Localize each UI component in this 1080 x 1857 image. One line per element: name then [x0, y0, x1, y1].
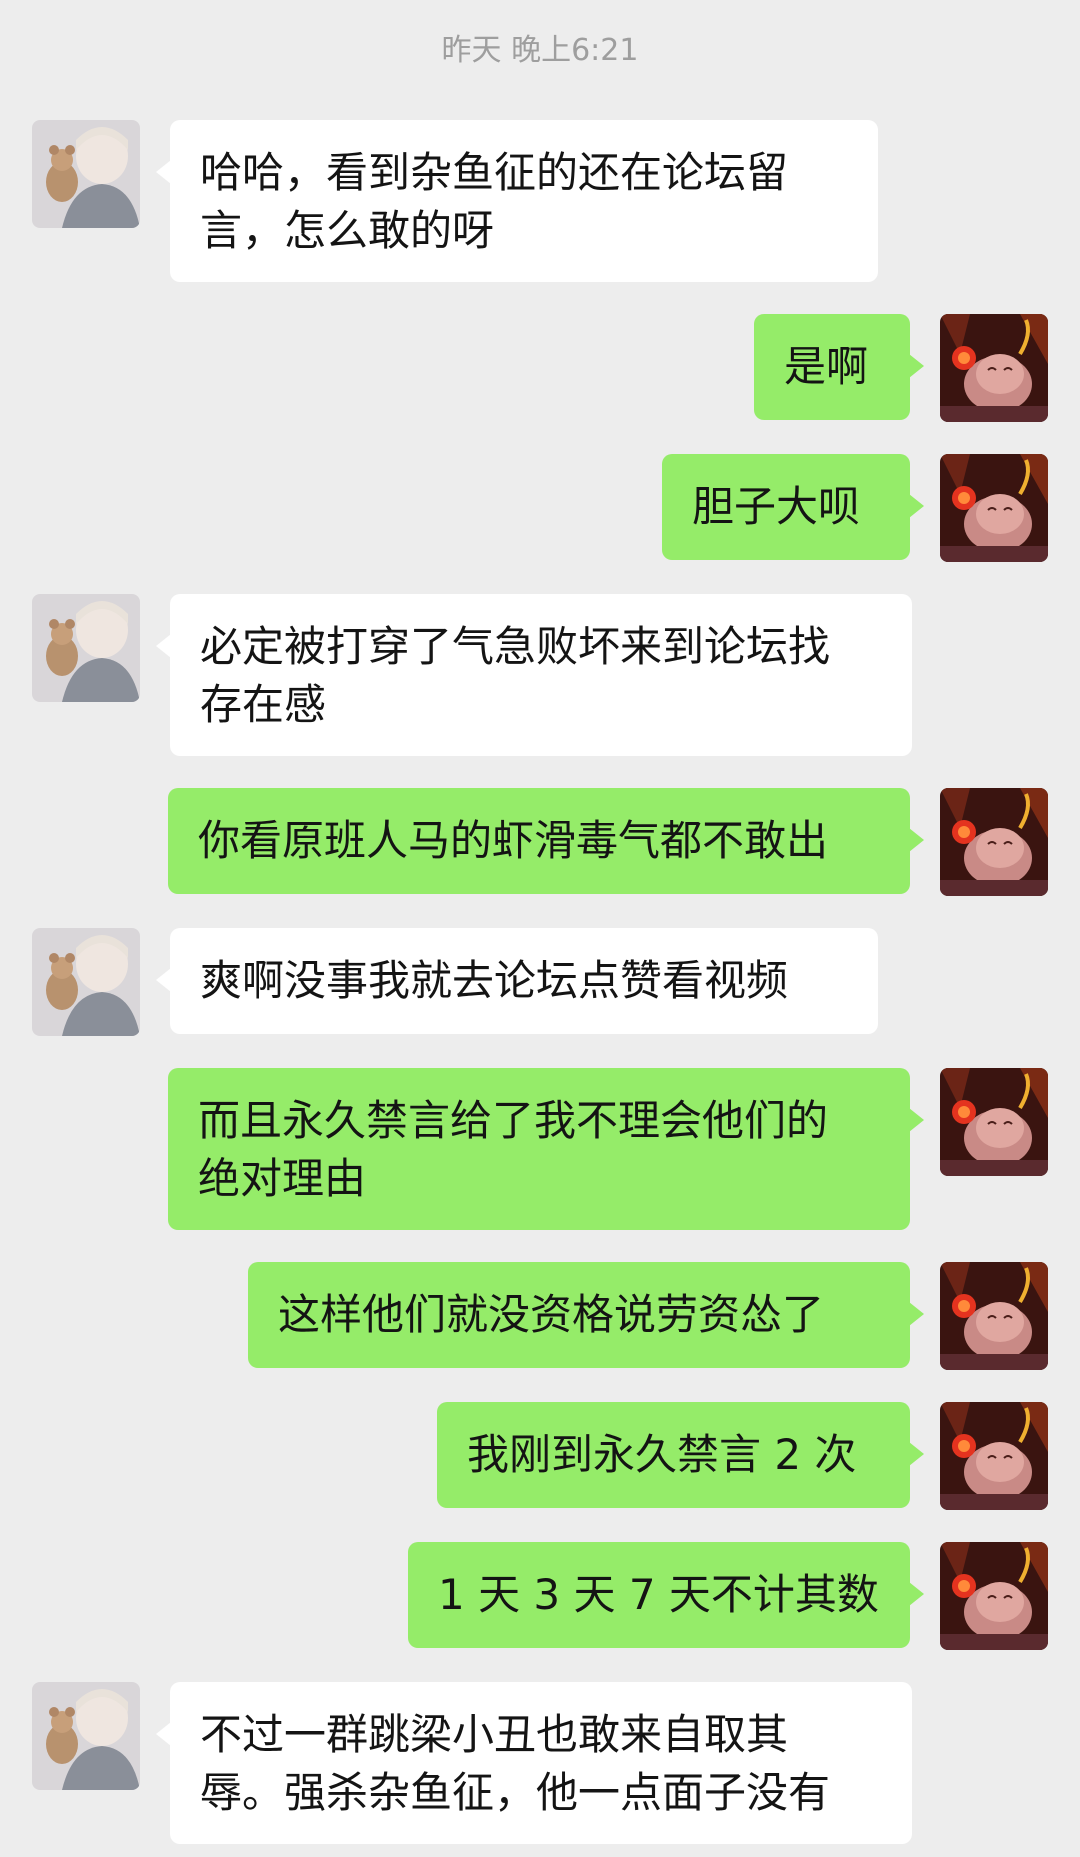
user-avatar[interactable] — [940, 788, 1048, 896]
contact-avatar[interactable] — [32, 1682, 140, 1790]
user-avatar[interactable] — [940, 1542, 1048, 1650]
received-message-bubble: 不过一群跳梁小丑也敢来自取其 辱。强杀杂鱼征，他一点面子没有 — [156, 1682, 912, 1844]
contact-avatar[interactable] — [32, 120, 140, 228]
user-avatar[interactable] — [940, 1402, 1048, 1510]
user-avatar[interactable] — [940, 454, 1048, 562]
received-message-bubble: 爽啊没事我就去论坛点赞看视频 — [156, 928, 878, 1034]
received-message-bubble: 哈哈，看到杂鱼征的还在论坛留 言，怎么敢的呀 — [156, 120, 878, 282]
contact-avatar[interactable] — [32, 928, 140, 1036]
sent-message-bubble: 这样他们就没资格说劳资怂了 — [248, 1262, 924, 1368]
user-avatar[interactable] — [940, 1068, 1048, 1176]
received-message-bubble: 必定被打穿了气急败坏来到论坛找 存在感 — [156, 594, 912, 756]
sent-message-bubble: 我刚到永久禁言 2 次 — [437, 1402, 924, 1508]
sent-message-bubble: 是啊 — [754, 314, 924, 420]
user-avatar[interactable] — [940, 1262, 1048, 1370]
sent-message-bubble: 胆子大呗 — [662, 454, 924, 560]
message-timestamp: 昨天 晚上6:21 — [441, 33, 639, 68]
contact-avatar[interactable] — [32, 594, 140, 702]
sent-message-bubble: 1 天 3 天 7 天不计其数 — [408, 1542, 924, 1648]
sent-message-bubble: 而且永久禁言给了我不理会他们的 绝对理由 — [168, 1068, 924, 1230]
user-avatar[interactable] — [940, 314, 1048, 422]
sent-message-bubble: 你看原班人马的虾滑毒气都不敢出 — [168, 788, 924, 894]
